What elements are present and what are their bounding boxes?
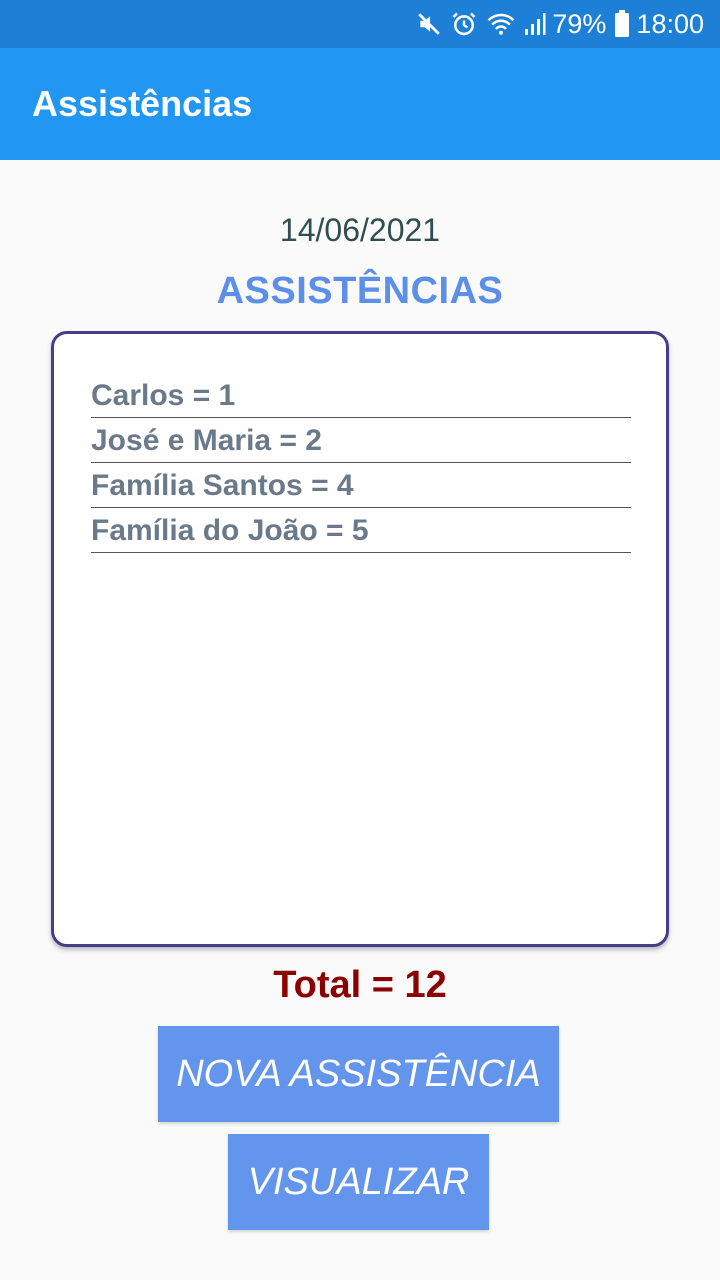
signal-icon bbox=[524, 9, 546, 39]
total-label: Total = 12 bbox=[273, 964, 447, 1006]
list-item[interactable]: José e Maria = 2 bbox=[91, 419, 631, 463]
clock: 18:00 bbox=[636, 8, 704, 39]
battery-icon bbox=[614, 9, 630, 39]
date-label: 14/06/2021 bbox=[279, 212, 441, 248]
new-assistance-button[interactable]: NOVA ASSISTÊNCIA bbox=[158, 1026, 559, 1122]
list-item[interactable]: Família do João = 5 bbox=[91, 509, 631, 553]
wifi-icon bbox=[486, 9, 516, 39]
mute-icon bbox=[416, 9, 442, 39]
app-bar: Assistências bbox=[0, 48, 720, 160]
alarm-icon bbox=[450, 9, 478, 39]
list-item[interactable]: Carlos = 1 bbox=[91, 374, 631, 418]
list-item[interactable]: Família Santos = 4 bbox=[91, 464, 631, 508]
status-bar: 79% 18:00 bbox=[0, 0, 720, 48]
assistance-list: Carlos = 1 José e Maria = 2 Família Sant… bbox=[91, 374, 631, 554]
page-heading: ASSISTÊNCIAS bbox=[216, 270, 504, 312]
view-button[interactable]: VISUALIZAR bbox=[228, 1134, 489, 1230]
app-title: Assistências bbox=[32, 83, 253, 124]
assistance-list-card[interactable]: Carlos = 1 José e Maria = 2 Família Sant… bbox=[51, 331, 669, 947]
battery-percent: 79% bbox=[552, 8, 607, 39]
